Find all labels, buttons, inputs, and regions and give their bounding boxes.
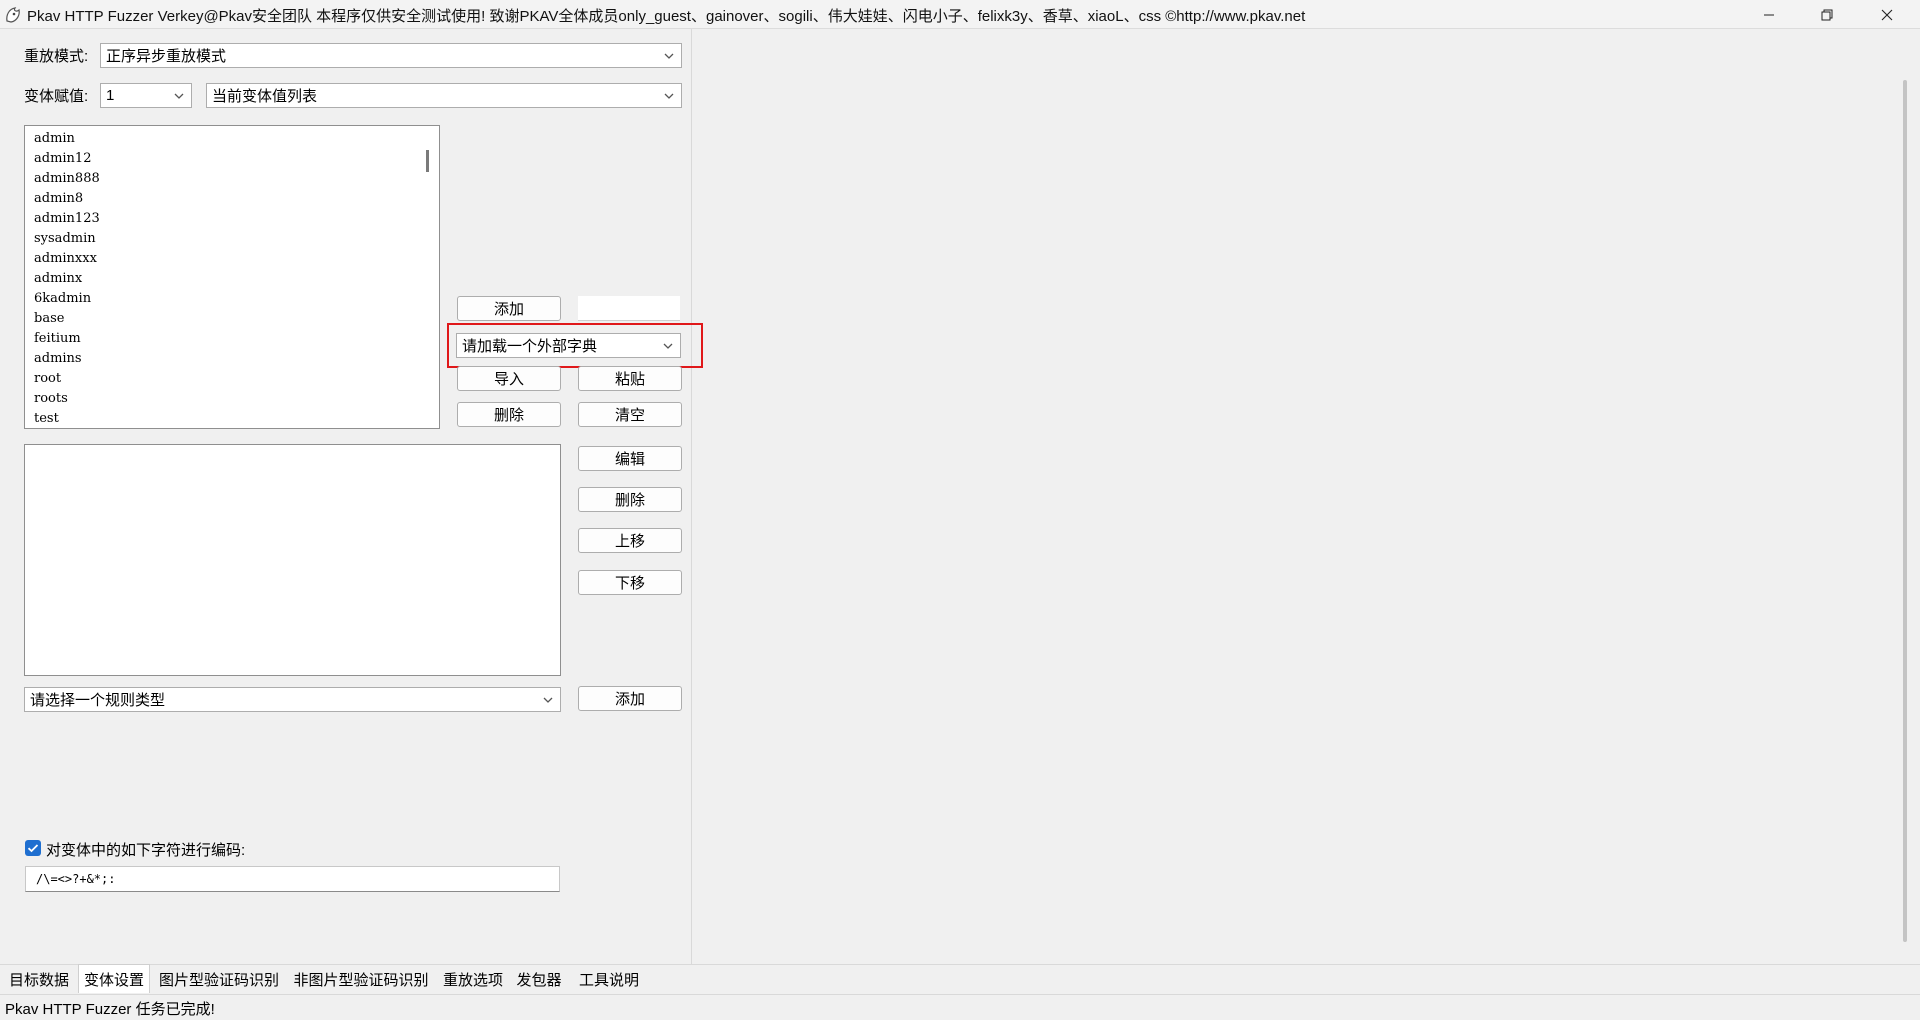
list-item[interactable]: admin8 (25, 189, 439, 209)
variant-list-value: 当前变体值列表 (212, 88, 318, 105)
replay-mode-select[interactable]: 正序异步重放模式 (100, 43, 682, 68)
variant-values-list[interactable]: admin admin12 admin888 admin8 admin123 sysadm… (24, 125, 440, 429)
tab-packet-sender[interactable]: 发包器 (512, 966, 566, 992)
tab-target-data[interactable]: 目标数据 (4, 966, 74, 992)
list-item[interactable]: test (25, 409, 439, 428)
add-rule-button[interactable]: 添加 (578, 686, 682, 711)
variant-index-value: 1 (106, 87, 115, 104)
window-title: Pkav HTTP Fuzzer Verkey@Pkav安全团队 本程序仅供安全… (27, 8, 1306, 25)
add-value-input[interactable] (578, 296, 680, 321)
restore-button[interactable] (1804, 0, 1850, 29)
tab-variant-settings[interactable]: 变体设置 (78, 964, 150, 993)
rule-type-value: 请选择一个规则类型 (30, 692, 166, 709)
close-button[interactable] (1864, 0, 1910, 29)
move-up-button[interactable]: 上移 (578, 528, 682, 553)
list-item[interactable]: sysadmin (25, 229, 439, 249)
edit-rule-button[interactable]: 编辑 (578, 446, 682, 471)
replay-mode-label: 重放模式: (24, 48, 89, 65)
move-down-button[interactable]: 下移 (578, 570, 682, 595)
restore-icon (1821, 9, 1833, 20)
app-logo-icon (6, 7, 20, 23)
variant-list-select[interactable]: 当前变体值列表 (206, 83, 682, 108)
delete-value-button[interactable]: 删除 (457, 402, 561, 427)
tab-image-captcha[interactable]: 图片型验证码识别 (154, 966, 284, 992)
encode-chars-input[interactable]: /\=<>?+&*;: (25, 866, 560, 892)
tab-tool-help[interactable]: 工具说明 (572, 966, 646, 992)
list-item[interactable]: adminxxx (25, 249, 439, 269)
highlight-box (447, 323, 703, 368)
list-item[interactable]: admins (25, 349, 439, 369)
right-panel (692, 29, 1907, 964)
status-text: Pkav HTTP Fuzzer 任务已完成! (5, 1001, 215, 1018)
status-bar (0, 994, 1920, 1020)
variant-index-select[interactable]: 1 (100, 83, 192, 108)
chevron-down-icon (664, 53, 674, 59)
variant-assign-label: 变体赋值: (24, 88, 89, 105)
tab-non-image-captcha[interactable]: 非图片型验证码识别 (288, 966, 434, 992)
minimize-icon (1764, 14, 1774, 15)
checkmark-icon (27, 844, 39, 853)
list-item[interactable]: 6kadmin (25, 289, 439, 309)
minimize-button[interactable] (1746, 0, 1792, 29)
vertical-scrollbar[interactable] (1903, 80, 1907, 942)
list-item[interactable]: admin888 (25, 169, 439, 189)
list-item[interactable]: admin123 (25, 209, 439, 229)
paste-button[interactable]: 粘贴 (578, 366, 682, 391)
chevron-down-icon (174, 93, 184, 99)
list-item[interactable]: base (25, 309, 439, 329)
list-item[interactable]: feitium (25, 329, 439, 349)
rules-list[interactable] (24, 444, 561, 676)
list-item[interactable]: root (25, 369, 439, 389)
clear-button[interactable]: 清空 (578, 402, 682, 427)
list-item[interactable]: admin12 (25, 149, 439, 169)
add-value-button[interactable]: 添加 (457, 296, 561, 321)
chevron-down-icon (543, 697, 553, 703)
delete-rule-button[interactable]: 删除 (578, 487, 682, 512)
encode-label: 对变体中的如下字符进行编码: (46, 842, 246, 859)
tab-replay-options[interactable]: 重放选项 (438, 966, 508, 992)
import-button[interactable]: 导入 (457, 366, 561, 391)
list-item[interactable]: admin (25, 129, 439, 149)
list-item[interactable]: roots (25, 389, 439, 409)
rule-type-select[interactable]: 请选择一个规则类型 (24, 687, 561, 712)
close-icon (1881, 9, 1893, 20)
list-item[interactable]: adminx (25, 269, 439, 289)
encode-checkbox[interactable] (25, 840, 41, 856)
chevron-down-icon (664, 93, 674, 99)
list-scroll-thumb[interactable] (426, 150, 429, 172)
replay-mode-value: 正序异步重放模式 (106, 48, 227, 65)
